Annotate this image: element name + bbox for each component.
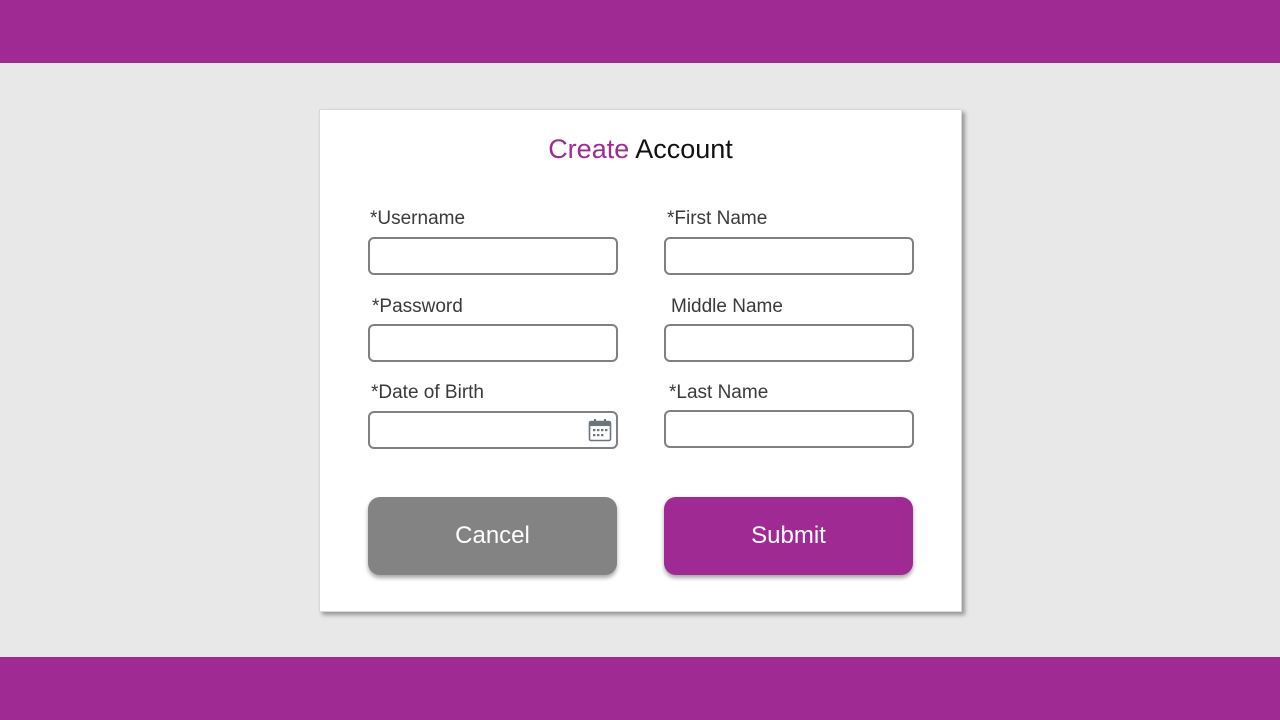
username-input[interactable] (368, 237, 618, 275)
form-title-accent: Create (548, 134, 630, 164)
first-name-label: *First Name (667, 208, 768, 229)
bottom-banner (0, 657, 1280, 720)
date-of-birth-input[interactable] (368, 411, 618, 449)
date-of-birth-picker (368, 411, 618, 449)
username-label: *Username (370, 208, 466, 229)
calendar-icon[interactable] (588, 418, 612, 442)
password-input[interactable] (368, 324, 618, 362)
submit-button[interactable]: Submit (664, 497, 913, 575)
last-name-label: *Last Name (669, 382, 769, 403)
top-banner (0, 0, 1280, 63)
last-name-input[interactable] (664, 410, 914, 448)
form-title-rest: Account (629, 134, 733, 164)
first-name-input[interactable] (664, 237, 914, 275)
password-label: *Password (372, 296, 463, 317)
date-of-birth-label: *Date of Birth (371, 382, 484, 403)
middle-name-input[interactable] (664, 324, 914, 362)
form-title: Create Account (320, 134, 961, 165)
create-account-form: Create Account *Username *Password *Date… (319, 109, 962, 612)
cancel-button[interactable]: Cancel (368, 497, 617, 575)
middle-name-label: Middle Name (671, 296, 783, 317)
